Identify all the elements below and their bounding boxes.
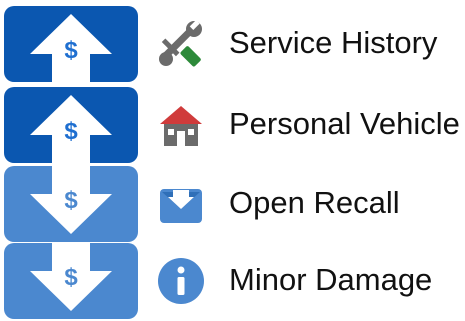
arrow-up-dollar-icon: $ [4,6,138,82]
row-personal-vehicle: $ Personal Vehicle [0,87,465,165]
row-open-recall: $ Open Recall [0,166,465,244]
wrench-screwdriver-icon [156,19,206,69]
arrow-down-dollar-icon: $ [4,166,138,242]
row-label: Service History [229,25,438,60]
dollar-sign: $ [64,118,78,145]
value-down-tile: $ [4,243,138,319]
house-icon [156,100,206,150]
row-label: Open Recall [229,185,400,220]
dollar-sign: $ [64,187,78,214]
dollar-sign: $ [64,264,78,291]
value-up-tile: $ [4,6,138,82]
arrow-down-dollar-icon: $ [4,243,138,319]
info-icon [156,256,206,306]
row-service-history: $ Service History [0,6,465,84]
row-label: Personal Vehicle [229,106,460,141]
value-up-tile: $ [4,87,138,163]
row-label: Minor Damage [229,262,433,297]
row-minor-damage: $ Minor Damage [0,243,465,321]
dollar-sign: $ [64,37,78,64]
value-down-tile: $ [4,166,138,242]
envelope-icon [156,179,206,229]
arrow-up-dollar-icon: $ [4,87,138,163]
